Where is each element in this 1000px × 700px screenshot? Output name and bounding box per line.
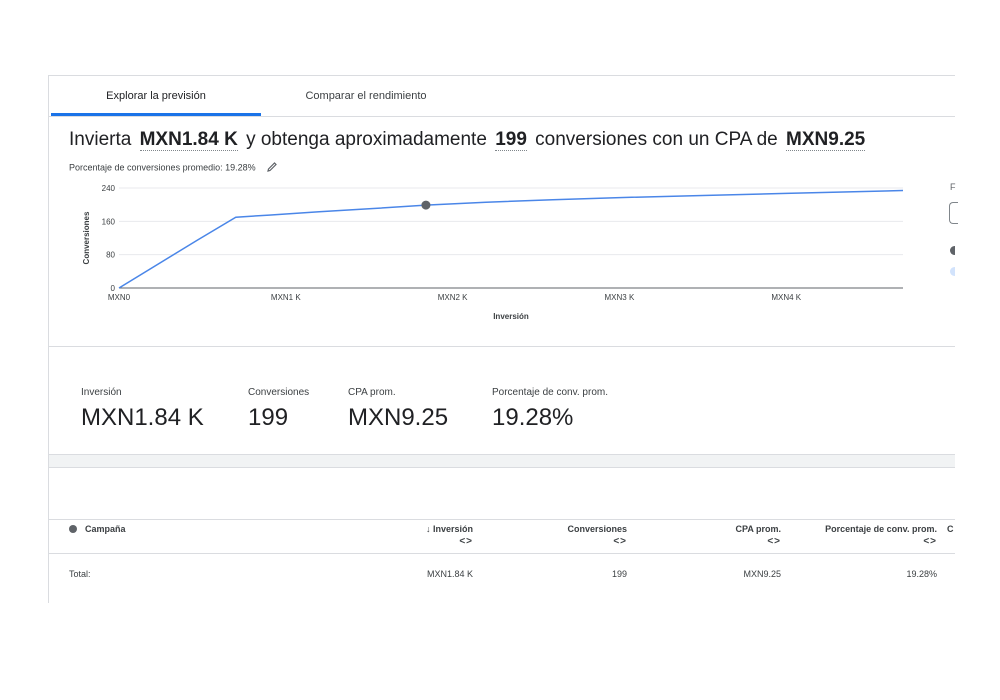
campaign-dot-icon [69,525,77,533]
active-tab-indicator [51,113,261,116]
tab-explore-forecast[interactable]: Explorar la previsión [51,76,261,116]
y-tick-label: 240 [102,184,116,193]
x-tick-label: MXN3 K [605,293,635,302]
headline-middle: y obtenga aproximadamente [246,129,487,150]
col-truncated[interactable]: C [947,524,954,534]
headline-conversions[interactable]: 199 [495,129,527,151]
metric-investment-label: Inversión [81,387,122,398]
y-tick-labels: 0 80 160 240 [102,184,116,293]
col-conversions-label: Conversiones [567,524,627,534]
tab-compare-performance[interactable]: Comparar el rendimiento [261,76,471,116]
resize-handle-icon[interactable]: <> [527,536,627,547]
tab-bar: Explorar la previsión Comparar el rendim… [49,76,955,117]
col-cpa-label: CPA prom. [735,524,781,534]
col-investment-label: Inversión [432,524,473,534]
col-investment[interactable]: ↓ Inversión <> [379,524,473,547]
col-campaign[interactable]: Campaña [69,524,126,534]
col-campaign-label: Campaña [85,524,126,534]
headline-prefix: Invierta [69,129,132,150]
forecast-headline: Invierta MXN1.84 K y obtenga aproximadam… [69,129,868,151]
forecast-panel: Explorar la previsión Comparar el rendim… [48,75,955,603]
section-divider [49,346,955,347]
edge-input-box[interactable] [949,202,958,224]
metric-conv-rate: Porcentaje de conv. prom. 19.28% [492,387,608,432]
headline-investment[interactable]: MXN1.84 K [139,129,238,151]
col-conv-rate-label: Porcentaje de conv. prom. [825,524,937,534]
y-tick-label: 80 [106,251,115,260]
metric-investment-value: MXN1.84 K [81,404,204,431]
edge-label: F [950,182,956,192]
metric-conv-rate-label: Porcentaje de conv. prom. [492,387,608,398]
x-tick-labels: MXN0 MXN1 K MXN2 K MXN3 K MXN4 K [108,293,802,302]
total-conversions: 199 [611,569,627,579]
headline-cpa[interactable]: MXN9.25 [786,129,866,151]
x-tick-label: MXN0 [108,293,131,302]
x-tick-label: MXN4 K [771,293,801,302]
edge-dot-icon [950,246,955,255]
edge-light-dot-icon [950,267,955,276]
y-axis-label: Conversiones [82,211,91,264]
resize-handle-icon[interactable]: <> [809,536,937,547]
metric-conv-rate-value: 19.28% [492,404,574,431]
resize-handle-icon[interactable]: <> [681,536,781,547]
metric-cpa-label: CPA prom. [348,387,396,398]
col-conv-rate[interactable]: Porcentaje de conv. prom. <> [809,524,937,547]
headline-suffix: conversiones con un CPA de [535,129,778,150]
forecast-chart[interactable]: 0 80 160 240 MXN0 MXN1 K MXN2 K MXN3 K MXN4 K C… [79,178,939,323]
total-label: Total: [69,569,91,579]
current-point-marker[interactable] [421,200,431,210]
chart-gridlines [119,187,903,289]
total-investment: MXN1.84 K [426,569,473,579]
x-axis-label: Inversión [493,312,529,321]
metric-conversions-value: 199 [248,404,289,431]
edit-pencil-icon[interactable] [266,161,278,175]
x-tick-label: MXN2 K [438,293,468,302]
metric-cpa: CPA prom. MXN9.25 [348,387,448,432]
metric-conversions-label: Conversiones [248,387,310,398]
total-conv-rate: 19.28% [906,569,937,579]
col-cpa[interactable]: CPA prom. <> [681,524,781,547]
metric-cpa-value: MXN9.25 [348,404,449,431]
avg-conversion-rate-text: Porcentaje de conversiones promedio: 19.… [69,162,256,173]
table-total-row: Total: MXN1.84 K 199 MXN9.25 19.28% [49,569,955,585]
table-header: Campaña ↓ Inversión <> Conversiones <> C… [49,519,955,554]
series-line [118,189,904,289]
x-tick-label: MXN1 K [271,293,301,302]
resize-handle-icon[interactable]: <> [379,536,473,547]
metric-investment: Inversión MXN1.84 K [81,387,204,432]
avg-conversion-rate: Porcentaje de conversiones promedio: 19.… [69,161,278,175]
total-cpa: MXN9.25 [743,569,781,579]
y-tick-label: 0 [111,284,116,293]
y-tick-label: 160 [102,217,116,226]
section-separator [49,454,955,468]
metric-conversions: Conversiones 199 [248,387,309,432]
sort-down-arrow-icon: ↓ [425,524,433,534]
col-conversions[interactable]: Conversiones <> [527,524,627,547]
